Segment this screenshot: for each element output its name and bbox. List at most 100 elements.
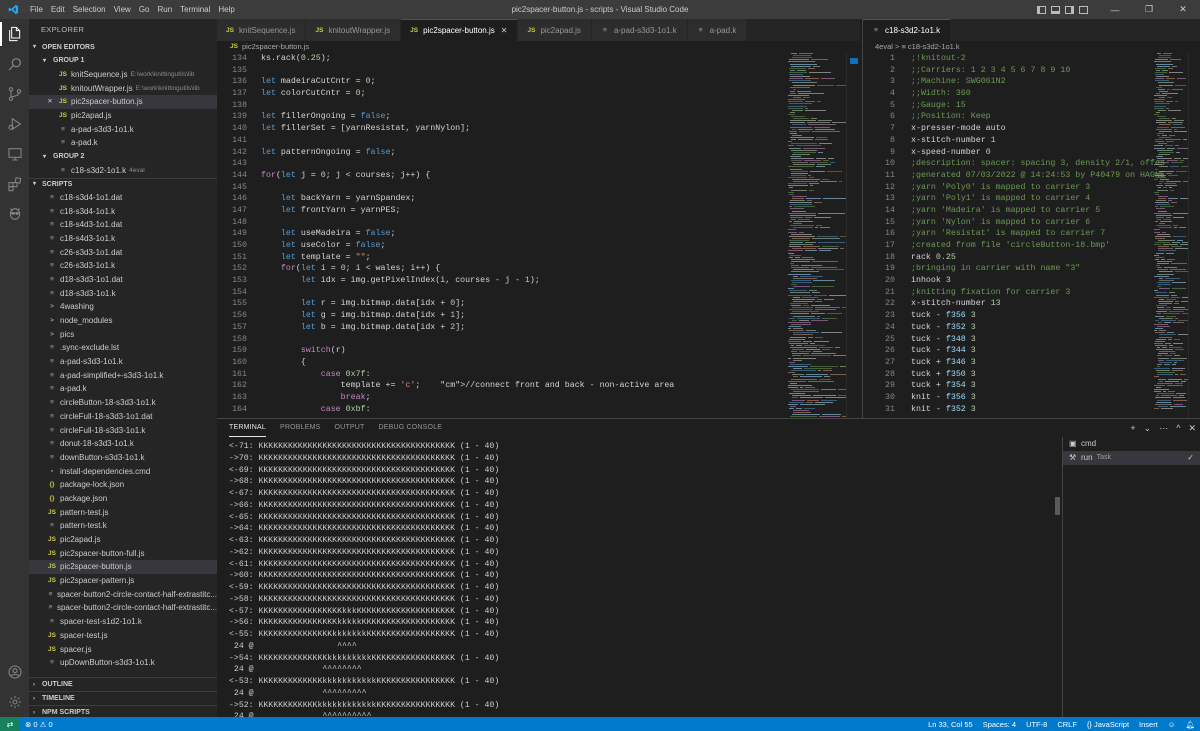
file-tree-item[interactable]: ≡ pattern-test.k	[29, 519, 217, 533]
editor-tab[interactable]: ≡ a-pad.k	[687, 19, 748, 41]
chevron-down-icon[interactable]: ⌄	[1140, 423, 1156, 434]
more-actions-icon[interactable]: ⋯	[1155, 423, 1172, 434]
vscode-logo-icon[interactable]	[0, 0, 26, 19]
file-tree-item[interactable]: ≡ c18-s4d3-1o1.k	[29, 232, 217, 246]
file-tree-item[interactable]: JS spacer.js	[29, 643, 217, 657]
menu-selection[interactable]: Selection	[69, 5, 110, 14]
panel-tab[interactable]: DEBUG CONSOLE	[378, 419, 442, 437]
terminal-instance[interactable]: ⚒ run Task ✓	[1063, 451, 1200, 465]
editor-tab[interactable]: JS pic2spacer-button.js ✕	[401, 19, 519, 41]
group2-header[interactable]: ▾ GROUP 2	[29, 150, 217, 164]
code-editor[interactable]: 134 ks.rack(0.25); 135 136 let madeiraCutCnt…	[217, 53, 860, 418]
file-tree-item[interactable]: JS pic2spacer-pattern.js	[29, 574, 217, 588]
toggle-panel-icon[interactable]	[1048, 0, 1062, 19]
file-tree-item[interactable]: ▪ install-dependencies.cmd	[29, 465, 217, 479]
run-debug-icon[interactable]	[0, 109, 29, 139]
source-control-icon[interactable]	[0, 79, 29, 109]
open-editor-item[interactable]: JS knitSequence.js E:\work\knittingutils\l…	[29, 68, 217, 82]
file-tree-item[interactable]: ≡ a-pad-simplified+-s3d3-1o1.k	[29, 369, 217, 383]
file-tree-item[interactable]: ≡ c18-s4d3-1o1.dat	[29, 218, 217, 232]
menu-help[interactable]: Help	[214, 5, 238, 14]
open-editor-item[interactable]: ≡ a-pad-s3d3-1o1.k	[29, 123, 217, 137]
timeline-header[interactable]: › TIMELINE	[29, 691, 217, 705]
file-tree-item[interactable]: ≡ upDownButton-s3d3-1o1.k	[29, 656, 217, 670]
file-tree-item[interactable]: JS pattern-test.js	[29, 506, 217, 520]
file-tree-item[interactable]: ≡ .sync-exclude.lst	[29, 341, 217, 355]
file-tree-item[interactable]: ≡ a-pad-s3d3-1o1.k	[29, 355, 217, 369]
files-icon[interactable]	[0, 19, 29, 49]
open-editor-item[interactable]: JS knitoutWrapper.js E:\work\knittingutils…	[29, 82, 217, 96]
insert-mode[interactable]: Insert	[1134, 720, 1163, 729]
encoding[interactable]: UTF-8	[1021, 720, 1052, 729]
alien-icon[interactable]	[0, 199, 29, 229]
editor-scrollbar[interactable]	[846, 53, 860, 418]
menu-go[interactable]: Go	[135, 5, 154, 14]
account-icon[interactable]	[0, 657, 29, 687]
toggle-sidebar-icon[interactable]	[1034, 0, 1048, 19]
file-tree-item[interactable]: ≡ spacer-button2-circle-contact-half-extr…	[29, 588, 217, 602]
editor-scrollbar[interactable]	[1188, 53, 1200, 418]
open-editor-item[interactable]: JS pic2apad.js	[29, 109, 217, 123]
file-tree-item[interactable]: JS pic2spacer-button.js	[29, 560, 217, 575]
feedback-icon[interactable]: ☺	[1163, 720, 1181, 729]
file-tree-item[interactable]: > node_modules	[29, 314, 217, 328]
menu-file[interactable]: File	[26, 5, 47, 14]
file-tree-item[interactable]: ≡ circleFull-18-s3d3-1o1.k	[29, 424, 217, 438]
close-tab-icon[interactable]: ✕	[501, 26, 508, 35]
file-tree-item[interactable]: ≡ circleFull-18-s3d3-1o1.dat	[29, 410, 217, 424]
close-window-button[interactable]: ✕	[1166, 0, 1200, 19]
file-tree-item[interactable]: > pics	[29, 328, 217, 342]
menu-run[interactable]: Run	[153, 5, 176, 14]
file-tree-item[interactable]: ≡ donut-18-s3d3-1o1.k	[29, 437, 217, 451]
end-of-line[interactable]: CRLF	[1052, 720, 1082, 729]
file-tree-item[interactable]: {} package-lock.json	[29, 478, 217, 492]
file-tree-item[interactable]: ≡ c18-s3d4-1o1.k	[29, 205, 217, 219]
terminal-instance[interactable]: ▣ cmd	[1063, 437, 1200, 451]
menu-terminal[interactable]: Terminal	[176, 5, 214, 14]
restore-button[interactable]: ❐	[1132, 0, 1166, 19]
file-tree-item[interactable]: ≡ spacer-button2-circle-contact-half-extr…	[29, 601, 217, 615]
language-mode[interactable]: {} JavaScript	[1082, 720, 1134, 729]
customize-layout-icon[interactable]	[1076, 0, 1090, 19]
scripts-header[interactable]: ▾ SCRIPTS	[29, 177, 217, 191]
menu-view[interactable]: View	[110, 5, 135, 14]
close-panel-icon[interactable]: ✕	[1184, 423, 1200, 434]
minimize-button[interactable]: —	[1098, 0, 1132, 19]
extensions-icon[interactable]	[0, 169, 29, 199]
remote-explorer-icon[interactable]	[0, 139, 29, 169]
panel-tab[interactable]: PROBLEMS	[280, 419, 321, 437]
file-tree-item[interactable]: {} package.json	[29, 492, 217, 506]
outline-header[interactable]: › OUTLINE	[29, 677, 217, 691]
file-tree-item[interactable]: ≡ downButton-s3d3-1o1.k	[29, 451, 217, 465]
file-tree-item[interactable]: ≡ d18-s3d3-1o1.dat	[29, 273, 217, 287]
notifications-icon[interactable]: 🔔︎	[1180, 720, 1200, 729]
editor-tab[interactable]: JS knitSequence.js	[217, 19, 307, 41]
terminal-scrollbar[interactable]	[1055, 497, 1060, 515]
editor-tab[interactable]: JS knitoutWrapper.js	[306, 19, 402, 41]
file-tree-item[interactable]: ≡ spacer-test-s1d2-1o1.k	[29, 615, 217, 629]
minimap[interactable]	[1154, 53, 1188, 418]
search-icon[interactable]	[0, 49, 29, 79]
file-tree-item[interactable]: JS spacer-test.js	[29, 629, 217, 643]
breadcrumb[interactable]: JS pic2spacer-button.js	[217, 41, 860, 53]
file-tree-item[interactable]: ≡ d18-s3d3-1o1.k	[29, 287, 217, 301]
menu-edit[interactable]: Edit	[47, 5, 69, 14]
file-tree-item[interactable]: ≡ c18-s3d4-1o1.dat	[29, 191, 217, 205]
breadcrumb[interactable]: 4eval > ≡ c18-s3d2-1o1.k	[863, 41, 1200, 53]
settings-gear-icon[interactable]	[0, 687, 29, 717]
maximize-panel-icon[interactable]: ^	[1172, 423, 1184, 433]
open-editor-item[interactable]: ≡ a-pad.k	[29, 136, 217, 150]
code-editor[interactable]: 1 ;!knitout-2 2 ;;Carriers: 1 2 3 4 5 6 7 8…	[863, 53, 1200, 418]
file-tree-item[interactable]: JS pic2spacer-button-full.js	[29, 547, 217, 561]
editor-tab[interactable]: JS pic2apad.js	[518, 19, 592, 41]
new-terminal-icon[interactable]: +	[1126, 423, 1139, 433]
close-icon[interactable]: ✕	[45, 95, 55, 109]
open-editors-header[interactable]: ▾ OPEN EDITORS	[29, 41, 217, 54]
editor-tab[interactable]: ≡ a-pad-s3d3-1o1.k	[591, 19, 688, 41]
cursor-position[interactable]: Ln 33, Col 55	[923, 720, 978, 729]
open-editor-item[interactable]: ✕ JS pic2spacer-button.js	[29, 95, 217, 110]
indentation[interactable]: Spaces: 4	[978, 720, 1021, 729]
problems-status[interactable]: ⊗ 0 ⚠ 0	[20, 720, 58, 729]
editor-tab[interactable]: ≡ c18-s3d2-1o1.k	[863, 19, 952, 41]
npm-scripts-header[interactable]: › NPM SCRIPTS	[29, 705, 217, 717]
